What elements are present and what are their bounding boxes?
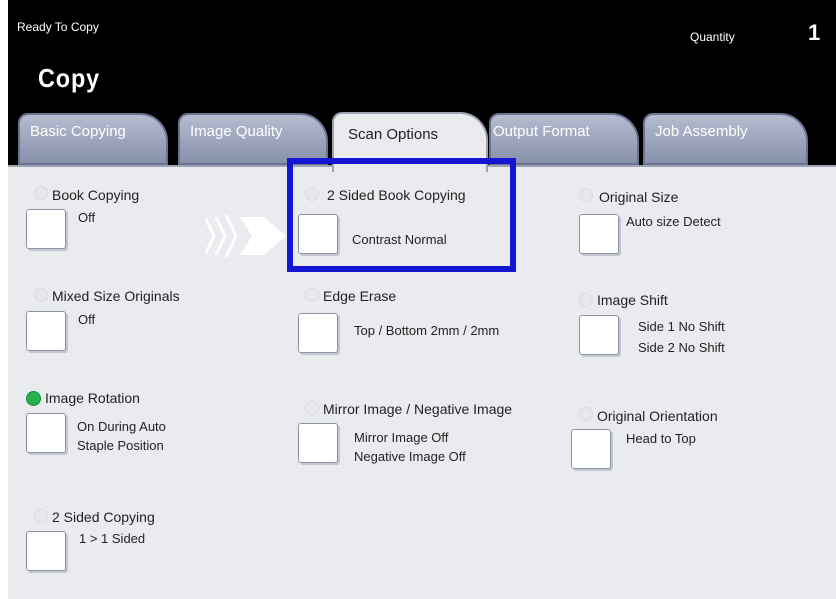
image-shift-value-2: Side 2 No Shift <box>638 340 725 355</box>
two-sided-value: 1 > 1 Sided <box>79 531 146 546</box>
mirror-image-value-2: Negative Image Off <box>354 449 466 464</box>
status-text: Ready To Copy <box>17 20 99 34</box>
image-rotation-value-2: Staple Position <box>77 438 164 453</box>
original-size-button[interactable] <box>579 214 619 254</box>
orientation-indicator <box>579 407 593 421</box>
tab-job-assembly[interactable]: Job Assembly <box>643 113 808 165</box>
orientation-label: Original Orientation <box>597 408 718 424</box>
edge-erase-button[interactable] <box>298 313 338 353</box>
mixed-size-value: Off <box>78 312 96 327</box>
orientation-button[interactable] <box>571 429 611 469</box>
two-sided-button[interactable] <box>26 531 66 571</box>
edge-erase-label: Edge Erase <box>323 288 397 304</box>
image-rotation-label: Image Rotation <box>45 390 140 406</box>
book-copying-value: Off <box>78 210 96 225</box>
image-shift-indicator <box>579 293 593 307</box>
mirror-image-indicator <box>305 401 319 415</box>
highlight-frame <box>287 158 516 272</box>
mixed-size-label: Mixed Size Originals <box>52 288 180 304</box>
image-rotation-button[interactable] <box>26 413 66 453</box>
mirror-image-value-1: Mirror Image Off <box>354 430 449 445</box>
mixed-size-button[interactable] <box>26 311 66 351</box>
original-size-value: Auto size Detect <box>626 214 721 229</box>
edge-erase-value: Top / Bottom 2mm / 2mm <box>354 323 500 338</box>
quantity-label: Quantity <box>690 30 735 44</box>
two-sided-indicator <box>34 509 48 523</box>
original-size-label: Original Size <box>599 189 679 205</box>
quantity-value[interactable]: 1 <box>808 20 820 46</box>
image-rotation-indicator <box>26 391 41 406</box>
mirror-image-button[interactable] <box>298 423 338 463</box>
book-copying-button[interactable] <box>26 209 66 249</box>
image-rotation-value-1: On During Auto <box>77 419 166 434</box>
orientation-value: Head to Top <box>626 431 696 446</box>
two-sided-label: 2 Sided Copying <box>52 509 155 525</box>
edge-erase-indicator <box>305 288 319 302</box>
book-copying-label: Book Copying <box>52 187 140 203</box>
original-size-indicator <box>579 188 593 202</box>
page-title: Copy <box>38 63 101 93</box>
copier-screen: Ready To Copy Quantity 1 Copy Basic Copy… <box>8 0 836 599</box>
mixed-size-indicator <box>34 288 48 302</box>
tab-basic-copying[interactable]: Basic Copying <box>18 113 168 165</box>
mirror-image-label: Mirror Image / Negative Image <box>323 401 513 417</box>
book-copying-indicator <box>34 186 48 200</box>
image-shift-button[interactable] <box>579 315 619 355</box>
arrow-icon <box>204 214 286 258</box>
image-shift-label: Image Shift <box>597 292 668 308</box>
image-shift-value-1: Side 1 No Shift <box>638 319 725 334</box>
